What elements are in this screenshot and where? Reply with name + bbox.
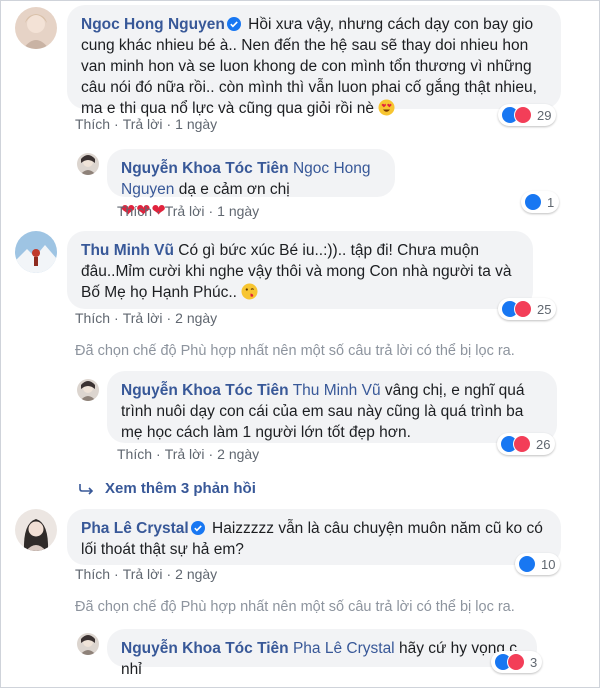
- reaction-summary[interactable]: 10: [515, 553, 561, 575]
- avatar-photo-icon: [77, 379, 99, 401]
- avatar[interactable]: [15, 7, 57, 49]
- tagged-user[interactable]: Pha Lê Crystal: [293, 640, 395, 657]
- avatar-photo-icon: [77, 633, 99, 655]
- like-link[interactable]: Thích: [117, 446, 152, 462]
- love-reaction-icon: [513, 435, 531, 453]
- like-link[interactable]: Thích: [117, 203, 152, 219]
- like-reaction-icon: [524, 193, 542, 211]
- like-reaction-icon: [518, 555, 536, 573]
- reaction-summary[interactable]: 26: [497, 433, 556, 455]
- reaction-summary[interactable]: 25: [498, 298, 557, 320]
- verified-badge-icon: [226, 17, 241, 31]
- reply-author[interactable]: Nguyễn Khoa Tóc Tiên: [121, 640, 289, 657]
- timestamp[interactable]: 1 ngày: [217, 203, 259, 219]
- verified-badge-icon: [190, 521, 205, 535]
- reply-link[interactable]: Trả lời: [123, 566, 163, 582]
- avatar-photo-icon: [77, 153, 99, 175]
- separator: ·: [208, 446, 214, 462]
- separator: ·: [114, 310, 119, 326]
- avatar[interactable]: [77, 153, 99, 175]
- avatar[interactable]: [77, 633, 99, 655]
- reaction-count: 26: [536, 436, 551, 452]
- separator: ·: [166, 116, 172, 132]
- avatar[interactable]: [77, 379, 99, 401]
- comment-thread: Ngoc Hong Nguyen Hồi xưa vậy, nhưng cách…: [0, 0, 600, 688]
- avatar-photo-icon: [15, 231, 57, 273]
- separator: ·: [166, 310, 172, 326]
- winking-kiss-emoji-icon: [241, 283, 258, 300]
- timestamp[interactable]: 2 ngày: [175, 566, 217, 582]
- reply-arrow-icon: [79, 483, 94, 495]
- like-link[interactable]: Thích: [75, 566, 110, 582]
- separator: ·: [114, 116, 119, 132]
- comment-bubble: Ngoc Hong Nguyen Hồi xưa vậy, nhưng cách…: [67, 5, 561, 117]
- reaction-count: 10: [541, 556, 556, 572]
- comment-actions: Thích · Trả lời · 1 ngày: [75, 116, 217, 132]
- love-reaction-icon: [514, 106, 532, 124]
- timestamp[interactable]: 1 ngày: [175, 116, 217, 132]
- avatar-photo-icon: [15, 509, 57, 551]
- separator: ·: [156, 203, 161, 219]
- reply-bubble: Nguyễn Khoa Tóc Tiên Pha Lê Crystal hãy …: [107, 629, 537, 678]
- comment-actions: Thích · Trả lời · 2 ngày: [75, 566, 217, 582]
- reaction-summary[interactable]: 29: [498, 104, 557, 126]
- timestamp[interactable]: 2 ngày: [175, 310, 217, 326]
- avatar[interactable]: [15, 231, 57, 273]
- comment-bubble: Thu Minh Vũ Có gì bức xúc Bé iu..:)).. t…: [67, 231, 533, 309]
- heart-eyes-emoji-icon: [378, 99, 395, 116]
- reaction-count: 1: [547, 194, 555, 210]
- avatar[interactable]: [15, 509, 57, 551]
- reply-actions: Thích · Trả lời · 2 ngày: [117, 446, 259, 462]
- separator: ·: [156, 446, 161, 462]
- avatar-photo-icon: [15, 7, 57, 49]
- reaction-summary[interactable]: 3: [491, 651, 543, 673]
- reply-link[interactable]: Trả lời: [165, 446, 205, 462]
- comment-author[interactable]: Thu Minh Vũ: [81, 242, 174, 259]
- separator: ·: [166, 566, 172, 582]
- reply-bubble: Nguyễn Khoa Tóc Tiên Ngoc Hong Nguyen dạ…: [107, 149, 395, 220]
- reaction-count: 25: [537, 301, 552, 317]
- comment-author[interactable]: Pha Lê Crystal: [81, 520, 189, 537]
- reply-link[interactable]: Trả lời: [165, 203, 205, 219]
- reply-author[interactable]: Nguyễn Khoa Tóc Tiên: [121, 382, 289, 399]
- love-reaction-icon: [507, 653, 525, 671]
- filter-notice: Đã chọn chế độ Phù hợp nhất nên một số c…: [75, 343, 515, 359]
- reply-bubble: Nguyễn Khoa Tóc Tiên Thu Minh Vũ vâng ch…: [107, 371, 557, 443]
- comment-actions: Thích · Trả lời · 2 ngày: [75, 310, 217, 326]
- reaction-count: 3: [530, 654, 538, 670]
- filter-notice: Đã chọn chế độ Phù hợp nhất nên một số c…: [75, 599, 515, 615]
- separator: ·: [114, 566, 119, 582]
- timestamp[interactable]: 2 ngày: [217, 446, 259, 462]
- reaction-count: 29: [537, 107, 552, 123]
- comment-bubble: Pha Lê Crystal Haizzzzz vẫn là câu chuyệ…: [67, 509, 561, 565]
- comment-author[interactable]: Ngoc Hong Nguyen: [81, 16, 225, 33]
- reply-text: dạ e cảm ơn chị: [178, 181, 290, 198]
- reply-link[interactable]: Trả lời: [123, 310, 163, 326]
- like-link[interactable]: Thích: [75, 116, 110, 132]
- love-reaction-icon: [514, 300, 532, 318]
- reaction-summary[interactable]: 1: [521, 191, 560, 213]
- reply-actions: Thích · Trả lời · 1 ngày: [117, 203, 259, 219]
- view-more-label: Xem thêm 3 phản hồi: [105, 480, 256, 497]
- reply-link[interactable]: Trả lời: [123, 116, 163, 132]
- tagged-user[interactable]: Thu Minh Vũ: [293, 382, 381, 399]
- like-link[interactable]: Thích: [75, 310, 110, 326]
- reply-author[interactable]: Nguyễn Khoa Tóc Tiên: [121, 160, 289, 177]
- view-more-replies[interactable]: Xem thêm 3 phản hồi: [79, 480, 256, 497]
- separator: ·: [208, 203, 214, 219]
